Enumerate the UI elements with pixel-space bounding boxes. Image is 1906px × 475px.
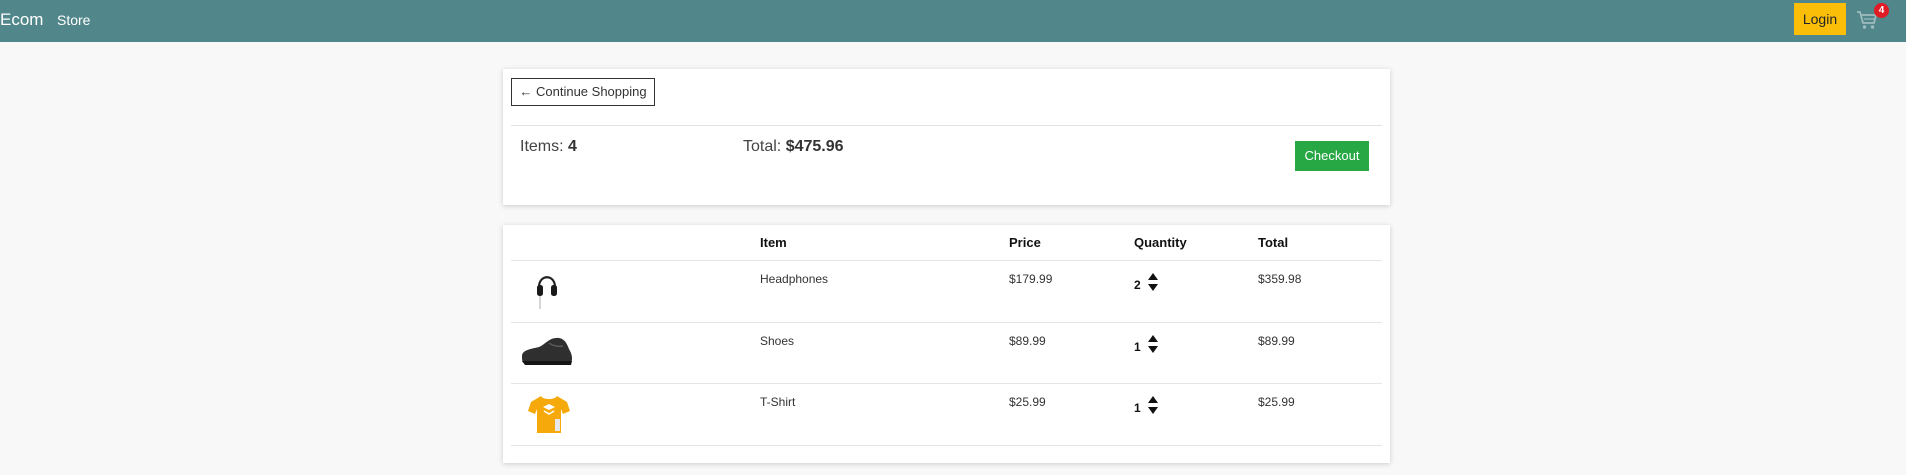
quantity-stepper bbox=[1147, 395, 1159, 417]
cart-items-table: Item Price Quantity Total Headphones $17… bbox=[503, 225, 1390, 463]
shoes-image bbox=[519, 334, 575, 373]
decrease-quantity-icon[interactable] bbox=[1148, 407, 1158, 414]
cart-total-value: $475.96 bbox=[785, 138, 844, 155]
navbar: Ecom Store Login 4 bbox=[0, 0, 1906, 42]
cart-total-label: Total: $475.96 bbox=[743, 138, 844, 156]
column-header-quantity: Quantity bbox=[1134, 235, 1187, 250]
item-total: $25.99 bbox=[1258, 395, 1295, 409]
column-header-price: Price bbox=[1009, 235, 1041, 250]
quantity-stepper bbox=[1147, 334, 1159, 356]
item-name: Shoes bbox=[760, 334, 795, 348]
item-price: $179.99 bbox=[1009, 272, 1053, 286]
increase-quantity-icon[interactable] bbox=[1148, 273, 1158, 280]
items-prefix: Items: bbox=[520, 138, 569, 155]
tshirt-image bbox=[527, 393, 571, 440]
increase-quantity-icon[interactable] bbox=[1148, 396, 1158, 403]
headphones-image bbox=[535, 269, 559, 316]
item-price: $25.99 bbox=[1009, 395, 1046, 409]
items-count-label: Items: 4 bbox=[520, 138, 577, 156]
increase-quantity-icon[interactable] bbox=[1148, 335, 1158, 342]
row-divider bbox=[511, 383, 1382, 384]
brand-logo[interactable]: Ecom bbox=[0, 10, 43, 30]
quantity-stepper bbox=[1147, 272, 1159, 294]
login-button[interactable]: Login bbox=[1794, 3, 1846, 35]
row-divider bbox=[511, 322, 1382, 323]
cart-count-badge: 4 bbox=[1874, 3, 1889, 18]
item-quantity: 1 bbox=[1134, 401, 1141, 415]
nav-link-store[interactable]: Store bbox=[57, 12, 90, 28]
total-prefix: Total: bbox=[743, 138, 786, 155]
item-quantity: 2 bbox=[1134, 278, 1141, 292]
item-name: Headphones bbox=[760, 272, 829, 286]
item-name: T-Shirt bbox=[760, 395, 796, 409]
items-count-value: 4 bbox=[568, 138, 577, 155]
row-divider bbox=[511, 260, 1382, 261]
divider bbox=[511, 125, 1382, 126]
row-divider bbox=[511, 445, 1382, 446]
decrease-quantity-icon[interactable] bbox=[1148, 284, 1158, 291]
item-price: $89.99 bbox=[1009, 334, 1046, 348]
checkout-button[interactable]: Checkout bbox=[1295, 141, 1369, 171]
item-quantity: 1 bbox=[1134, 340, 1141, 354]
cart-summary-card: ← Continue Shopping Items: 4 Total: $475… bbox=[503, 69, 1390, 205]
item-total: $359.98 bbox=[1258, 272, 1302, 286]
continue-shopping-button[interactable]: ← Continue Shopping bbox=[511, 78, 655, 106]
column-header-item: Item bbox=[760, 235, 787, 250]
decrease-quantity-icon[interactable] bbox=[1148, 346, 1158, 353]
item-total: $89.99 bbox=[1258, 334, 1295, 348]
column-header-total: Total bbox=[1258, 235, 1289, 250]
